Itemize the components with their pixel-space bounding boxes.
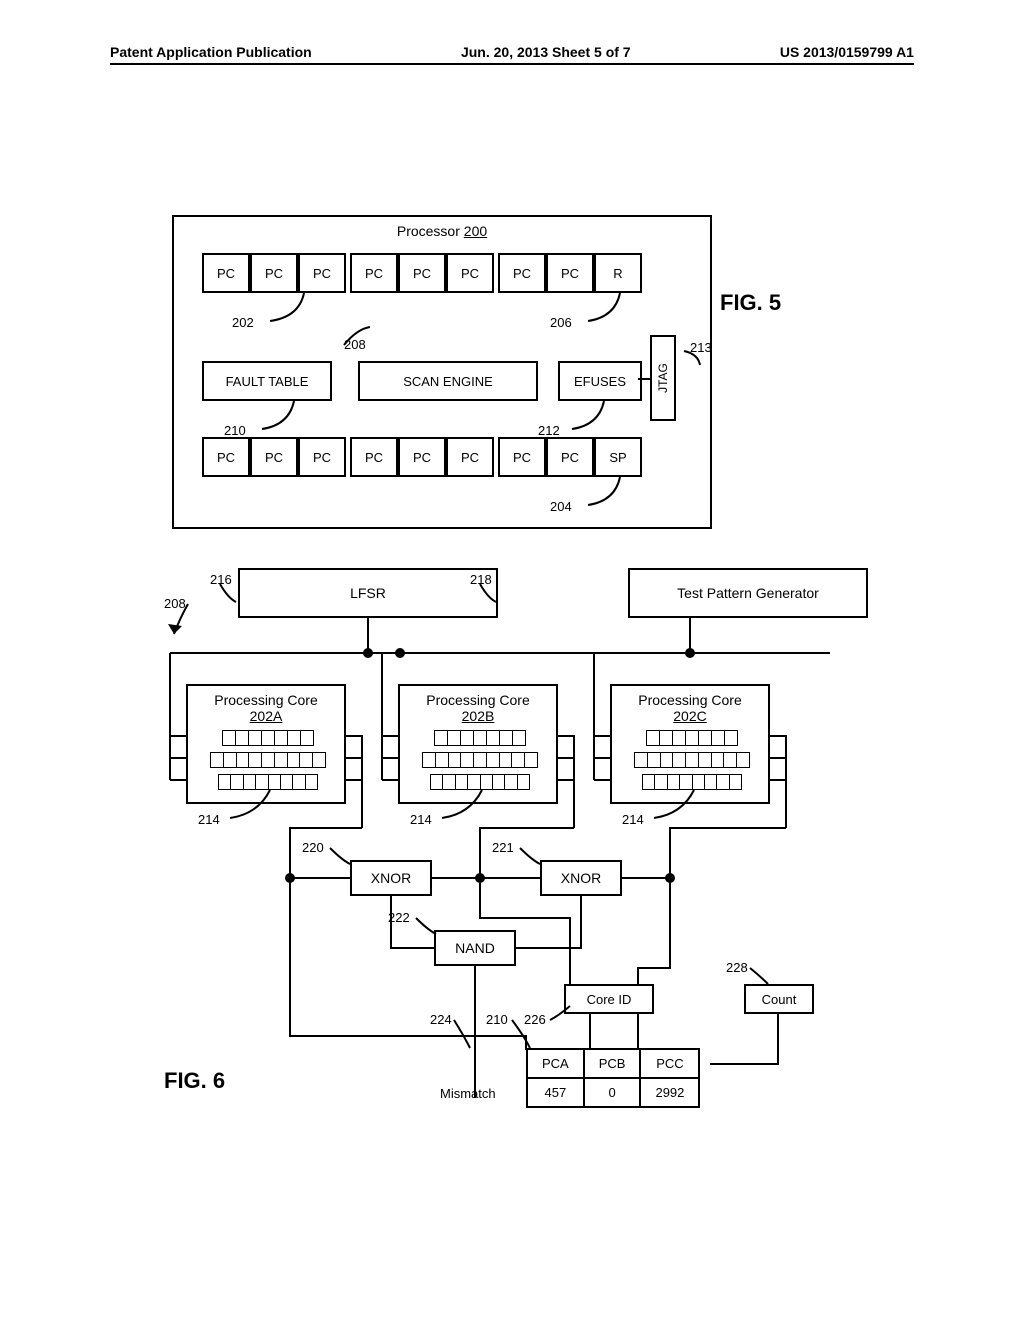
ref-218: 218 <box>470 572 492 587</box>
tbl-val: 457 <box>527 1078 584 1107</box>
ref-226: 226 <box>524 1012 546 1027</box>
fig5-top-cell: PC <box>446 253 494 293</box>
fig6-lfsr: LFSR <box>238 568 498 618</box>
ref-214c: 214 <box>622 812 644 827</box>
scan-chain-icon <box>646 730 738 746</box>
ref-224: 224 <box>430 1012 452 1027</box>
scan-chain-icon <box>634 752 750 768</box>
fig6-xnor-1: XNOR <box>350 860 432 896</box>
fig5-scan-engine: SCAN ENGINE <box>358 361 538 401</box>
fig6-nand: NAND <box>434 930 516 966</box>
fig5-processor-outline: Processor 200 PC PC PC PC PC PC PC PC R … <box>172 215 712 529</box>
fig5-top-cell: PC <box>546 253 594 293</box>
tbl-val: 0 <box>584 1078 641 1107</box>
tbl-hdr: PCA <box>527 1049 584 1078</box>
ref-208: 208 <box>164 596 186 611</box>
fig5-bot-cell: PC <box>298 437 346 477</box>
fig6-core-c: Processing Core 202C <box>610 684 770 804</box>
fig5-top-cell: PC <box>350 253 398 293</box>
ref-204: 204 <box>550 499 572 514</box>
fig5-fault-table: FAULT TABLE <box>202 361 332 401</box>
fig5-top-cell: PC <box>202 253 250 293</box>
ref-213: 213 <box>690 340 712 355</box>
ref-202: 202 <box>232 315 254 330</box>
tbl-hdr: PCB <box>584 1049 641 1078</box>
fig5-bot-cell: PC <box>498 437 546 477</box>
fig6-coreid: Core ID <box>564 984 654 1014</box>
header-rule <box>110 63 914 65</box>
fig5-efuses: EFUSES <box>558 361 642 401</box>
fig6-tpg: Test Pattern Generator <box>628 568 868 618</box>
fig5-bot-cell: PC <box>446 437 494 477</box>
fig5-jtag: JTAG <box>650 335 676 421</box>
fig6-xnor-2: XNOR <box>540 860 622 896</box>
fig5-top-cell: PC <box>398 253 446 293</box>
fig5-bot-cell: PC <box>398 437 446 477</box>
scan-chain-icon <box>218 774 318 790</box>
header-mid: Jun. 20, 2013 Sheet 5 of 7 <box>461 44 631 60</box>
fig6-label: FIG. 6 <box>164 1068 225 1094</box>
fig6-fault-table: PCA PCB PCC 457 0 2992 <box>526 1048 700 1108</box>
fig6-core-a: Processing Core 202A <box>186 684 346 804</box>
ref-214a: 214 <box>198 812 220 827</box>
ref-208: 208 <box>344 337 366 352</box>
tbl-hdr: PCC <box>640 1049 699 1078</box>
ref-216: 216 <box>210 572 232 587</box>
ref-228: 228 <box>726 960 748 975</box>
fig5-top-cell: R <box>594 253 642 293</box>
fig6-core-b: Processing Core 202B <box>398 684 558 804</box>
scan-chain-icon <box>430 774 530 790</box>
scan-chain-icon <box>434 730 526 746</box>
fig5-bot-cell: PC <box>250 437 298 477</box>
ref-210: 210 <box>224 423 246 438</box>
tbl-val: 2992 <box>640 1078 699 1107</box>
fig5-top-cell: PC <box>498 253 546 293</box>
scan-chain-icon <box>210 752 326 768</box>
fig5-processor-title: Processor 200 <box>174 223 710 239</box>
fig5-bot-cell: PC <box>350 437 398 477</box>
fig5-bot-cell: SP <box>594 437 642 477</box>
fig5-label: FIG. 5 <box>720 290 781 316</box>
ref-222: 222 <box>388 910 410 925</box>
ref-210: 210 <box>486 1012 508 1027</box>
scan-chain-icon <box>422 752 538 768</box>
fig5-top-cell: PC <box>298 253 346 293</box>
fig5-bot-cell: PC <box>202 437 250 477</box>
ref-214b: 214 <box>410 812 432 827</box>
fig6-mismatch-label: Mismatch <box>440 1086 496 1101</box>
scan-chain-icon <box>222 730 314 746</box>
ref-212: 212 <box>538 423 560 438</box>
ref-220: 220 <box>302 840 324 855</box>
fig5-top-cell: PC <box>250 253 298 293</box>
header-left: Patent Application Publication <box>110 44 312 60</box>
ref-206: 206 <box>550 315 572 330</box>
ref-221: 221 <box>492 840 514 855</box>
header-right: US 2013/0159799 A1 <box>780 44 914 60</box>
fig6-count: Count <box>744 984 814 1014</box>
fig5-bot-cell: PC <box>546 437 594 477</box>
fig6-container: LFSR Test Pattern Generator Processing C… <box>150 568 910 1168</box>
scan-chain-icon <box>642 774 742 790</box>
